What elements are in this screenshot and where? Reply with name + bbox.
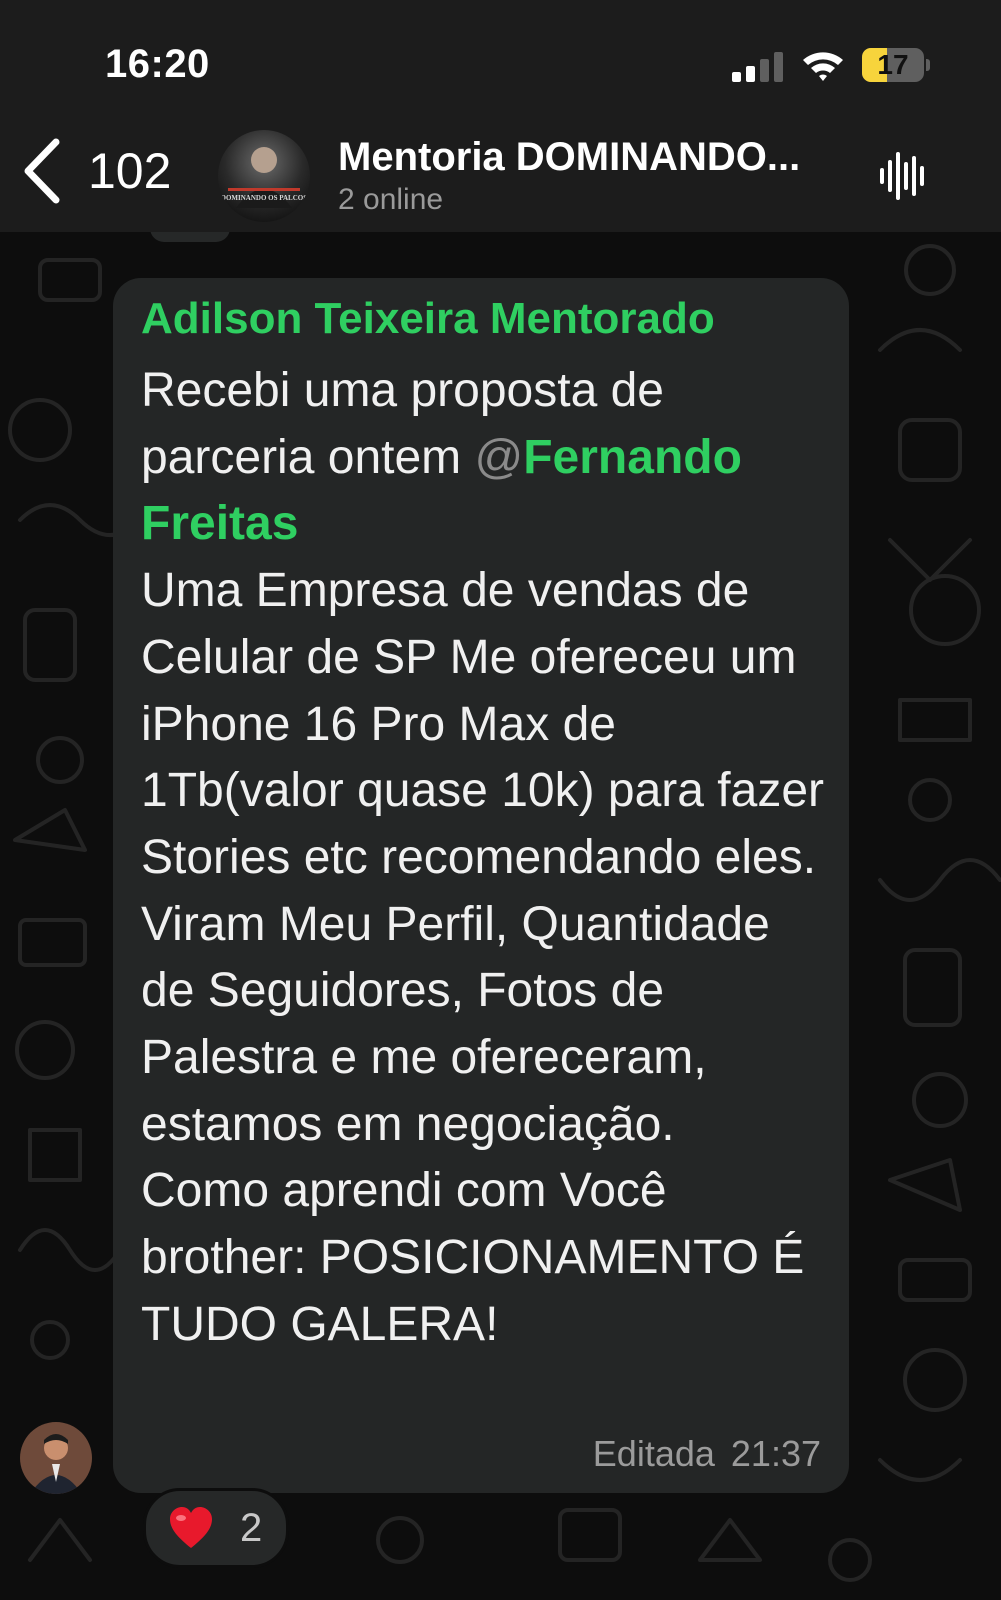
- chevron-left-icon: [24, 138, 60, 204]
- sender-avatar[interactable]: [20, 1422, 92, 1494]
- message-text: Recebi uma proposta de parceria ontem @F…: [141, 358, 831, 1359]
- wifi-icon: [803, 52, 843, 81]
- message-meta: Editada 21:37: [593, 1433, 821, 1475]
- reaction-count: 2: [240, 1505, 263, 1550]
- avatar-caption: DOMINANDO OS PALCOS: [221, 194, 307, 202]
- reaction-pill[interactable]: 2: [143, 1488, 289, 1568]
- message-body: Uma Empresa de vendas de Celular de SP M…: [141, 564, 825, 1351]
- mention-at-symbol: @: [474, 430, 524, 484]
- group-avatar[interactable]: DOMINANDO OS PALCOS: [218, 130, 310, 222]
- voice-chat-icon[interactable]: [878, 150, 930, 202]
- chat-screen: 16:20 17 102 DOMINANDO OS PALCOS Mentori…: [0, 0, 1001, 1600]
- edited-label: Editada: [592, 1433, 715, 1474]
- message-time: 21:37: [730, 1433, 821, 1474]
- unread-chats-count: 102: [88, 143, 172, 199]
- cellular-signal-icon: [732, 52, 783, 82]
- heart-icon: [170, 1507, 212, 1548]
- back-button[interactable]: 102: [18, 135, 178, 207]
- online-status: 2 online: [338, 183, 444, 216]
- group-name[interactable]: Mentoria DOMINANDO...: [338, 135, 818, 180]
- battery-percentage: 17: [877, 49, 909, 80]
- message-bubble[interactable]: Adilson Teixeira Mentorado Recebi uma pr…: [113, 278, 849, 1493]
- group-avatar-image: DOMINANDO OS PALCOS: [218, 130, 310, 222]
- sender-avatar-image: [20, 1422, 92, 1494]
- battery-icon: 17: [862, 48, 930, 84]
- chat-header: 16:20 17 102 DOMINANDO OS PALCOS Mentori…: [0, 0, 1001, 232]
- status-time: 16:20: [105, 42, 210, 86]
- message-sender[interactable]: Adilson Teixeira Mentorado: [141, 294, 715, 344]
